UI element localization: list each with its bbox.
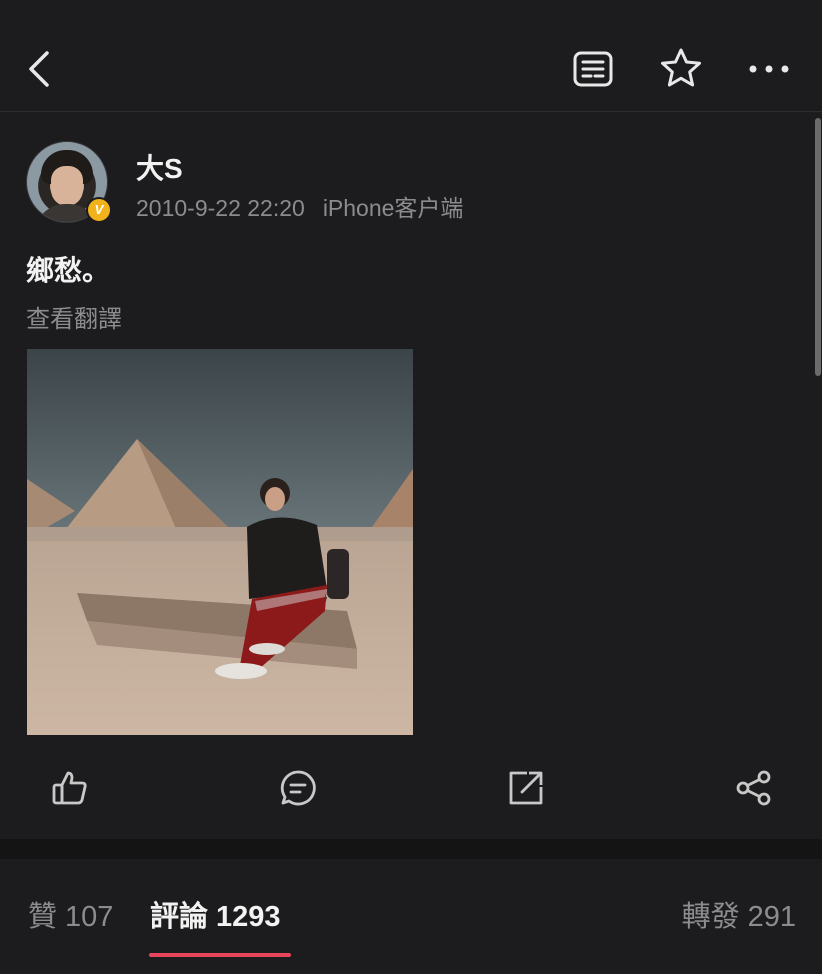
star-icon — [661, 48, 701, 87]
translate-link[interactable]: 查看翻譯 — [26, 299, 122, 334]
tab-likes[interactable]: 贊 107 — [28, 893, 113, 935]
tab-likes-label: 贊 — [28, 901, 58, 933]
post-meta: 2010-9-22 22:20 iPhone客户端 — [136, 189, 463, 223]
header-divider — [0, 111, 822, 112]
chevron-left-icon — [29, 51, 49, 87]
tab-comments-label: 評論 — [150, 901, 209, 933]
like-button[interactable] — [40, 758, 100, 818]
tab-comments-count: 1293 — [216, 901, 281, 933]
post-timestamp: 2010-9-22 22:20 — [136, 195, 305, 221]
author-name[interactable]: 大S — [136, 147, 183, 187]
comment-button[interactable] — [268, 758, 328, 818]
forward-button[interactable] — [496, 758, 556, 818]
author-avatar[interactable]: V — [26, 141, 112, 223]
section-separator — [0, 839, 822, 859]
back-button[interactable] — [18, 46, 62, 92]
share-icon — [736, 770, 771, 806]
post-action-bar — [0, 758, 822, 818]
tab-reposts-count: 291 — [747, 901, 796, 933]
share-button[interactable] — [724, 758, 784, 818]
weibo-post: V 大S 2010-9-22 22:20 iPhone客户端 鄉愁。 查看翻譯 — [0, 113, 822, 839]
verified-badge-icon: V — [86, 197, 112, 223]
tab-reposts[interactable]: 轉發 291 — [682, 893, 796, 935]
reader-mode-button[interactable] — [568, 46, 618, 92]
interaction-tabs: 贊 107 評論 1293 轉發 291 — [0, 859, 822, 974]
tab-reposts-label: 轉發 — [681, 901, 740, 933]
more-button[interactable] — [744, 46, 794, 92]
more-horizontal-icon — [749, 65, 789, 73]
forward-icon — [509, 771, 543, 805]
post-photo[interactable] — [27, 349, 413, 735]
active-tab-indicator — [149, 953, 291, 957]
reader-mode-icon — [573, 51, 613, 87]
tab-likes-count: 107 — [65, 901, 114, 933]
favorite-button[interactable] — [656, 44, 706, 92]
comment-icon — [280, 770, 316, 806]
thumbs-up-icon — [52, 771, 87, 805]
post-source: iPhone客户端 — [322, 195, 464, 221]
top-navigation-bar — [0, 0, 822, 112]
post-text: 鄉愁。 — [26, 255, 111, 286]
tab-comments[interactable]: 評論 1293 — [150, 893, 281, 935]
